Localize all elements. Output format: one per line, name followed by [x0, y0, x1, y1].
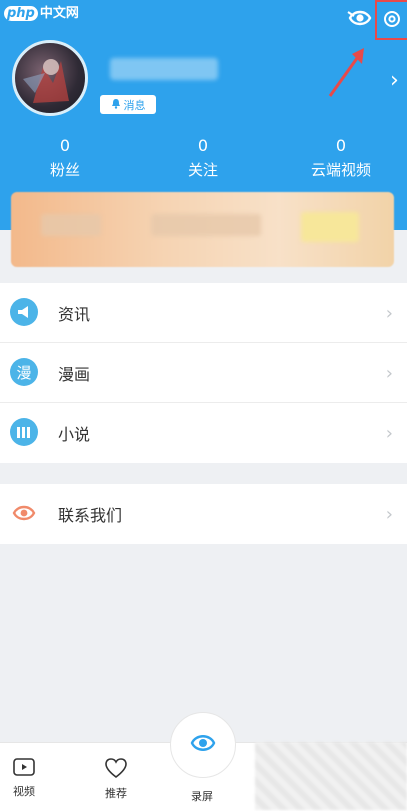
tab-record-label: 录屏 — [191, 790, 213, 803]
username-blurred — [110, 58, 218, 80]
watermark-php: php — [4, 6, 38, 21]
stat-cloud-videos[interactable]: 0 云端视频 — [276, 136, 406, 180]
record-screen-button[interactable] — [170, 712, 236, 778]
record-icon — [188, 730, 218, 760]
tab-video-label: 视频 — [13, 785, 35, 798]
watermark: php 中文网 — [4, 2, 79, 21]
cast-icon[interactable] — [346, 6, 374, 32]
comic-icon-glyph: 漫 — [16, 363, 32, 382]
menu-item-novel-label: 小说 — [58, 425, 91, 444]
stat-cloud-videos-count: 0 — [335, 136, 347, 155]
promo-banner[interactable] — [11, 192, 394, 267]
menu-item-comic-label: 漫画 — [58, 365, 91, 384]
menu-item-comic[interactable]: 漫 漫画 › — [0, 343, 407, 403]
stat-following-count: 0 — [197, 136, 209, 155]
tab-video[interactable]: 视频 — [0, 757, 54, 799]
profile-chevron-icon[interactable]: › — [390, 68, 399, 93]
heart-icon — [86, 757, 146, 783]
message-badge-label: 消息 — [123, 98, 146, 112]
contact-icon — [10, 499, 38, 527]
comic-icon: 漫 — [10, 358, 38, 386]
chevron-right-icon: › — [385, 422, 393, 444]
stat-following-label: 关注 — [187, 161, 218, 179]
chevron-right-icon: › — [385, 302, 393, 324]
stat-fans-label: 粉丝 — [49, 161, 80, 179]
annotation-arrow-icon — [326, 44, 370, 104]
menu-item-news[interactable]: 资讯 › — [0, 283, 407, 343]
chevron-right-icon: › — [385, 503, 393, 525]
stat-cloud-videos-label: 云端视频 — [310, 161, 371, 179]
message-badge[interactable]: 消息 — [100, 95, 156, 114]
stat-following[interactable]: 0 关注 — [138, 136, 268, 180]
watermark-site: 中文网 — [39, 6, 79, 21]
chevron-right-icon: › — [385, 362, 393, 384]
tab-recommend[interactable]: 推荐 — [86, 757, 146, 801]
blurred-region — [255, 742, 407, 810]
menu-item-contact[interactable]: 联系我们 › — [0, 484, 407, 544]
stat-fans[interactable]: 0 粉丝 — [0, 136, 130, 180]
menu-item-contact-label: 联系我们 — [58, 506, 123, 525]
megaphone-icon — [10, 298, 38, 326]
tab-recommend-label: 推荐 — [105, 787, 127, 800]
menu-item-news-label: 资讯 — [58, 305, 91, 324]
bell-icon — [111, 98, 121, 112]
contact-menu: 联系我们 › — [0, 484, 407, 544]
book-icon — [10, 418, 38, 446]
settings-icon[interactable] — [381, 8, 403, 34]
stat-fans-count: 0 — [59, 136, 71, 155]
menu-item-novel[interactable]: 小说 › — [0, 403, 407, 463]
avatar[interactable] — [12, 40, 88, 116]
video-icon — [0, 757, 54, 781]
main-menu: 资讯 › 漫 漫画 › 小说 › — [0, 283, 407, 463]
